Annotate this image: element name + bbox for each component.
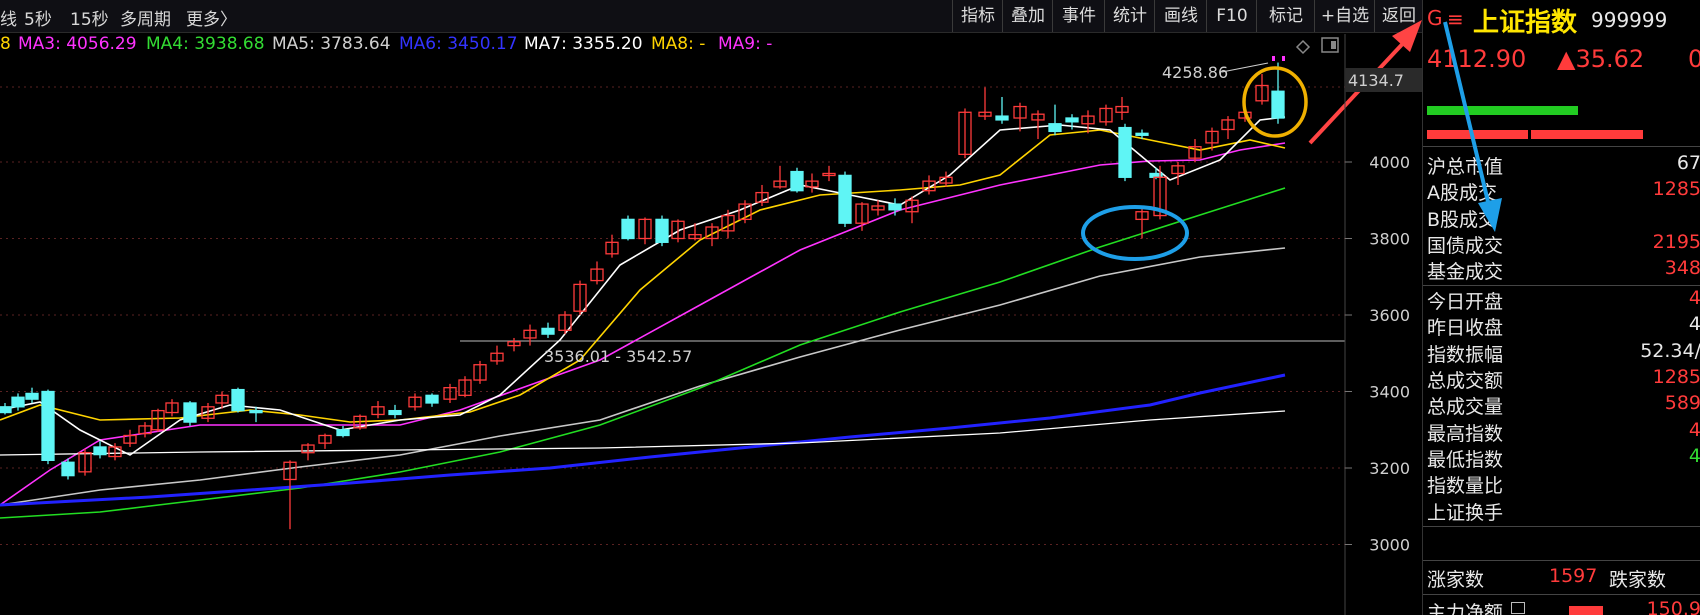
- candle-down[interactable]: [93, 446, 107, 456]
- index-code: 999999: [1591, 8, 1668, 32]
- y-axis-label: 3000: [1369, 536, 1410, 555]
- volume-bar-red-2: [1531, 130, 1643, 139]
- candle-down[interactable]: [541, 327, 555, 335]
- candle-down[interactable]: [183, 402, 197, 423]
- y-axis-label: 3600: [1369, 306, 1410, 325]
- candle-down[interactable]: [1065, 117, 1079, 123]
- candle-down[interactable]: [25, 392, 39, 400]
- y-axis-label: 3200: [1369, 459, 1410, 478]
- info-icon[interactable]: [1511, 602, 1525, 614]
- y-axis-label: 3400: [1369, 383, 1410, 402]
- stat-value: 589: [1664, 392, 1700, 414]
- y-axis-label: 4000: [1369, 153, 1410, 172]
- candle-down[interactable]: [0, 406, 12, 414]
- stat-label: 最高指数: [1427, 423, 1504, 445]
- current-price-tag: 4134.7: [1348, 71, 1404, 90]
- panel-toggle-fill: [1331, 41, 1336, 49]
- candle-down[interactable]: [41, 390, 55, 461]
- range-label: 3536.01 - 3542.57: [544, 347, 692, 366]
- candlestick-chart[interactable]: 4258.86 3536.01 - 3542.57 4000 3800 3600 340…: [0, 0, 1422, 615]
- stat-value: 4: [1688, 313, 1700, 335]
- stat-label: 沪总市值: [1427, 156, 1504, 178]
- last-price: 4112.90: [1427, 45, 1527, 73]
- stat-value: 52.34/: [1640, 340, 1700, 362]
- rise-count: 1597: [1549, 565, 1598, 587]
- divider: [1423, 285, 1700, 286]
- candle-down[interactable]: [655, 218, 669, 243]
- menu-icon[interactable]: ≡: [1447, 7, 1464, 31]
- stat-label: B股成交: [1427, 209, 1498, 231]
- volume-bar-green: [1427, 106, 1578, 115]
- y-axis-label: 3800: [1369, 230, 1410, 249]
- stat-value: 4: [1688, 445, 1700, 467]
- divider: [1423, 594, 1700, 595]
- fall-count-label: 跌家数: [1609, 569, 1667, 591]
- ma-line-magenta: [0, 142, 1286, 506]
- net-flow-label: 主力净额: [1427, 602, 1504, 615]
- stat-label: 上证换手: [1427, 502, 1504, 524]
- stat-label: A股成交: [1427, 182, 1497, 204]
- stat-label: 指数量比: [1427, 475, 1504, 497]
- stat-value: 2195: [1652, 231, 1700, 253]
- stat-value: 1285: [1652, 178, 1700, 200]
- stat-value: 4: [1688, 287, 1700, 309]
- candle-down[interactable]: [388, 409, 402, 416]
- code-prefix-g[interactable]: G: [1427, 6, 1443, 30]
- ma-line-yellow: [0, 129, 1286, 423]
- ma-line-blue: [0, 373, 1286, 507]
- candle-down[interactable]: [995, 115, 1009, 121]
- candle-down[interactable]: [231, 388, 245, 412]
- candle-down[interactable]: [1135, 132, 1149, 136]
- candle-down[interactable]: [1271, 90, 1285, 119]
- candle-down[interactable]: [61, 461, 75, 477]
- diamond-icon[interactable]: [1295, 39, 1311, 55]
- net-flow-bar: [1569, 606, 1603, 615]
- stat-value: 4: [1688, 419, 1700, 441]
- stat-label: 国债成交: [1427, 235, 1504, 257]
- divider: [1423, 146, 1700, 147]
- candle-down[interactable]: [249, 409, 263, 414]
- stat-label: 基金成交: [1427, 261, 1504, 283]
- volume-bar-red-1: [1427, 130, 1528, 139]
- stat-label: 总成交额: [1427, 370, 1504, 392]
- high-price-label: 4258.86: [1162, 63, 1228, 82]
- price-change-pct: 0: [1688, 45, 1700, 73]
- annotation-circle-blue: [1081, 205, 1189, 261]
- stat-label: 今日开盘: [1427, 291, 1504, 313]
- candle-down[interactable]: [336, 429, 350, 437]
- candle-down[interactable]: [790, 170, 804, 192]
- quote-panel: G ≡ 上证指数 999999 4112.90 ▲35.62 0 沪总市值 67 A…: [1422, 0, 1700, 615]
- candle-down[interactable]: [888, 203, 902, 211]
- candle-down[interactable]: [1048, 123, 1062, 133]
- stat-label: 昨日收盘: [1427, 317, 1504, 339]
- stat-label: 总成交量: [1427, 396, 1504, 418]
- candle-down[interactable]: [11, 396, 25, 408]
- rise-count-label: 涨家数: [1427, 569, 1485, 591]
- marker-icon: [1272, 56, 1285, 61]
- stat-value: 67: [1676, 152, 1700, 174]
- candle-down[interactable]: [621, 218, 635, 240]
- divider: [1423, 560, 1700, 561]
- stat-value: 348: [1664, 257, 1700, 279]
- price-change: ▲35.62: [1557, 45, 1645, 73]
- annotation-arrowhead-red: [1392, 20, 1422, 52]
- stat-label: 最低指数: [1427, 449, 1504, 471]
- candle-down[interactable]: [838, 174, 852, 224]
- candle-down[interactable]: [425, 394, 439, 404]
- divider: [1423, 526, 1700, 527]
- index-name: 上证指数: [1473, 8, 1578, 38]
- stat-value: 1285: [1652, 366, 1700, 388]
- net-flow-value: 150.9: [1646, 598, 1700, 615]
- candle-down[interactable]: [1118, 126, 1132, 178]
- stat-label: 指数振幅: [1427, 344, 1504, 366]
- ma-line-gray: [0, 247, 1286, 506]
